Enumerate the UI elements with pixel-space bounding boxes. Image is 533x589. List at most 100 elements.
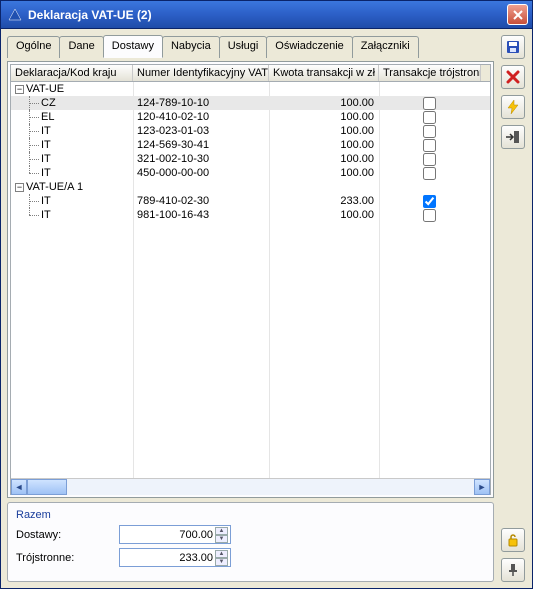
vat-cell: 123-023-01-03 <box>133 124 269 138</box>
spin-up-icon[interactable]: ▲ <box>215 550 228 558</box>
spin-down-icon[interactable]: ▼ <box>215 558 228 566</box>
delete-button[interactable] <box>501 65 525 89</box>
tri-cell <box>379 166 481 180</box>
spin-up-icon[interactable]: ▲ <box>215 527 228 535</box>
grid-body: − VAT-UECZ124-789-10-10100.00EL120-410-0… <box>11 82 490 478</box>
tab-strip: OgólneDaneDostawyNabyciaUsługiOświadczen… <box>7 35 494 57</box>
col-header-vat[interactable]: Numer Identyfikacyjny VAT <box>133 65 269 81</box>
table-row[interactable]: IT123-023-01-03100.00 <box>11 124 490 138</box>
vat-cell: 124-789-10-10 <box>133 96 269 110</box>
country-cell: EL <box>11 110 133 124</box>
country-code: IT <box>41 208 51 222</box>
trojstronne-spinner[interactable]: ▲▼ <box>215 550 228 566</box>
trojstronne-label: Trójstronne: <box>16 552 111 564</box>
vat-cell: 981-100-16-43 <box>133 208 269 222</box>
cell <box>133 82 269 96</box>
country-code: IT <box>41 166 51 180</box>
tab-ogólne[interactable]: Ogólne <box>7 36 60 58</box>
group-label: VAT-UE/A 1 <box>26 180 83 194</box>
save-button[interactable] <box>501 35 525 59</box>
tree-line-icon <box>25 152 41 166</box>
group-row[interactable]: − VAT-UE/A 1 <box>11 180 490 194</box>
tree-line-icon <box>25 110 41 124</box>
close-button[interactable] <box>507 4 528 25</box>
tree-line-icon <box>25 96 41 110</box>
country-code: IT <box>41 138 51 152</box>
country-cell: IT <box>11 194 133 208</box>
vat-cell: 321-002-10-30 <box>133 152 269 166</box>
country-cell: IT <box>11 124 133 138</box>
group-row[interactable]: − VAT-UE <box>11 82 490 96</box>
amount-cell: 100.00 <box>269 166 379 180</box>
vat-cell: 450-000-00-00 <box>133 166 269 180</box>
dostawy-value[interactable]: 700.00 ▲▼ <box>119 525 231 544</box>
vat-cell: 124-569-30-41 <box>133 138 269 152</box>
table-row[interactable]: IT 450-000-00-00100.00 <box>11 166 490 180</box>
expand-toggle[interactable]: − <box>15 183 24 192</box>
tab-usługi[interactable]: Usługi <box>219 36 268 58</box>
spin-down-icon[interactable]: ▼ <box>215 535 228 543</box>
scroll-right-icon[interactable]: ► <box>474 479 490 495</box>
amount-cell: 100.00 <box>269 110 379 124</box>
table-row[interactable]: IT789-410-02-30233.00 <box>11 194 490 208</box>
country-cell: CZ <box>11 96 133 110</box>
app-icon <box>7 7 23 23</box>
col-header-amount[interactable]: Kwota transakcji w zł <box>269 65 379 81</box>
pin-icon <box>505 562 521 578</box>
table-row[interactable]: IT 124-569-30-41100.00 <box>11 138 490 152</box>
tri-checkbox[interactable] <box>423 153 436 166</box>
grid: Deklaracja/Kod kraju Numer Identyfikacyj… <box>10 64 491 495</box>
tri-checkbox[interactable] <box>423 125 436 138</box>
dostawy-label: Dostawy: <box>16 529 111 541</box>
tree-line-icon <box>25 208 41 222</box>
tree-line-icon <box>25 124 41 138</box>
country-cell: IT <box>11 152 133 166</box>
tri-cell <box>379 124 481 138</box>
tri-checkbox[interactable] <box>423 111 436 124</box>
amount-cell: 100.00 <box>269 152 379 166</box>
tab-dostawy[interactable]: Dostawy <box>103 35 163 58</box>
scroll-track[interactable] <box>27 479 474 495</box>
tab-panel-dostawy: Deklaracja/Kod kraju Numer Identyfikacyj… <box>7 61 494 498</box>
trojstronne-value-text: 233.00 <box>179 552 213 564</box>
tri-checkbox[interactable] <box>423 139 436 152</box>
amount-cell: 100.00 <box>269 138 379 152</box>
table-row[interactable]: IT321-002-10-30100.00 <box>11 152 490 166</box>
scroll-thumb[interactable] <box>27 479 67 495</box>
tri-checkbox[interactable] <box>423 167 436 180</box>
import-icon <box>505 129 521 145</box>
tab-nabycia[interactable]: Nabycia <box>162 36 220 58</box>
expand-toggle[interactable]: − <box>15 85 24 94</box>
cell <box>379 180 481 194</box>
main-column: OgólneDaneDostawyNabyciaUsługiOświadczen… <box>7 35 494 582</box>
horizontal-scrollbar[interactable]: ◄ ► <box>11 478 490 494</box>
tree-line-icon <box>25 194 41 208</box>
tri-checkbox[interactable] <box>423 97 436 110</box>
scroll-left-icon[interactable]: ◄ <box>11 479 27 495</box>
vat-cell: 120-410-02-10 <box>133 110 269 124</box>
tab-oświadczenie[interactable]: Oświadczenie <box>266 36 352 58</box>
dostawy-spinner[interactable]: ▲▼ <box>215 527 228 543</box>
delete-icon <box>505 69 521 85</box>
tab-dane[interactable]: Dane <box>59 36 103 58</box>
lightning-icon <box>505 99 521 115</box>
table-row[interactable]: IT 981-100-16-43100.00 <box>11 208 490 222</box>
import-button[interactable] <box>501 125 525 149</box>
tree-line-icon <box>25 166 41 180</box>
lock-icon <box>505 532 521 548</box>
amount-cell: 100.00 <box>269 96 379 110</box>
recalc-button[interactable] <box>501 95 525 119</box>
amount-cell: 100.00 <box>269 208 379 222</box>
col-header-country[interactable]: Deklaracja/Kod kraju <box>11 65 133 81</box>
table-row[interactable]: CZ124-789-10-10100.00 <box>11 96 490 110</box>
table-row[interactable]: EL120-410-02-10100.00 <box>11 110 490 124</box>
trojstronne-value[interactable]: 233.00 ▲▼ <box>119 548 231 567</box>
tri-checkbox[interactable] <box>423 209 436 222</box>
lock-button[interactable] <box>501 528 525 552</box>
tab-załączniki[interactable]: Załączniki <box>352 36 419 58</box>
pin-button[interactable] <box>501 558 525 582</box>
col-header-tri[interactable]: Transakcje trójstronne <box>379 65 481 81</box>
amount-cell: 233.00 <box>269 194 379 208</box>
tri-checkbox[interactable] <box>423 195 436 208</box>
country-cell: IT <box>11 166 133 180</box>
